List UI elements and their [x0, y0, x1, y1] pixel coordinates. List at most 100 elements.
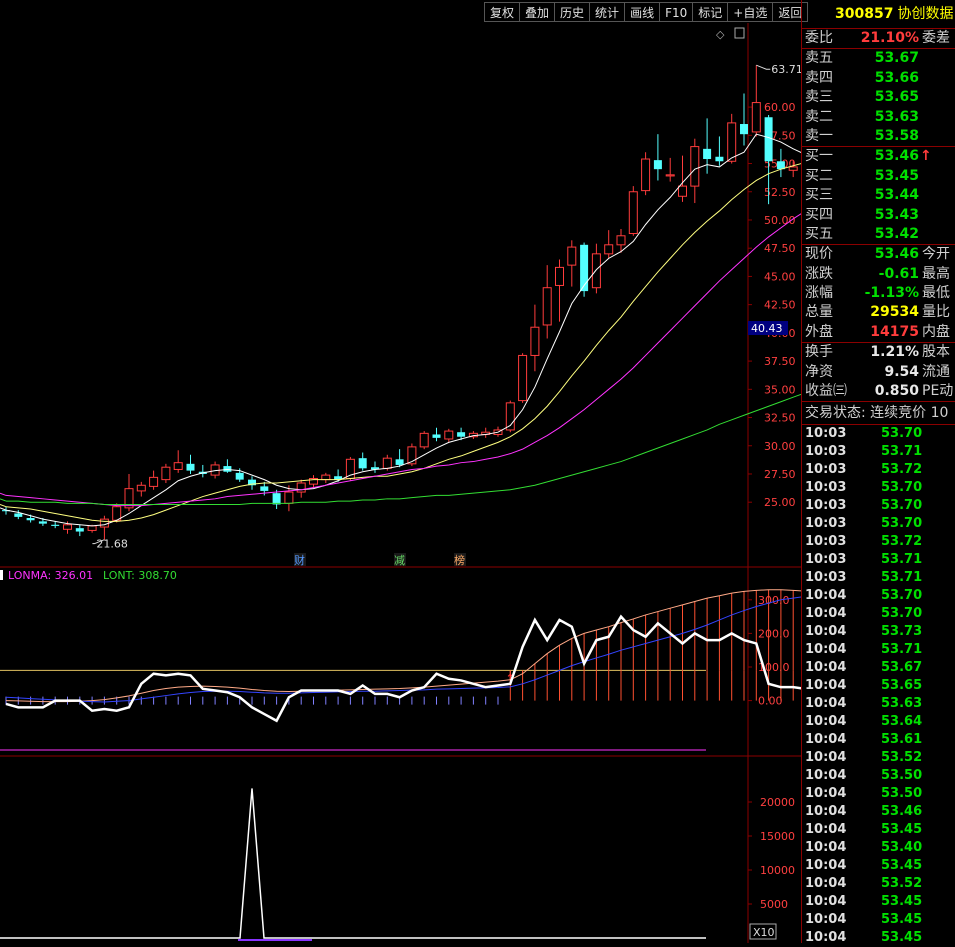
stat-row: 涨跌 -0.61 最高: [802, 265, 955, 284]
candle-body-up: [321, 474, 331, 481]
tick-row: 10:04 53.46: [802, 803, 955, 821]
toolbar-button-2[interactable]: 历史: [554, 2, 590, 22]
price-tick-label: 35.00: [764, 383, 796, 396]
tick-time: 10:04: [805, 588, 847, 604]
book-row[interactable]: 买三 53.44: [802, 186, 955, 205]
price-tick-label: 37.50: [764, 355, 796, 368]
ask-book: 卖五 53.67 卖四 53.66 卖三 53.65 卖二 53.63 卖一 53.58: [802, 49, 955, 148]
stat-value: -0.61: [878, 265, 919, 282]
tick-price: 53.72: [881, 534, 923, 550]
candle-body-up: [567, 246, 577, 266]
book-row[interactable]: 卖一 53.58: [802, 127, 955, 146]
candle-body-up: [149, 476, 159, 487]
moving-average-line: [0, 492, 7, 496]
candle-body-up: [628, 191, 638, 235]
tick-price: 53.52: [881, 876, 923, 892]
quote-stats: 现价 53.46 今开 涨跌 -0.61 最高 涨幅 -1.13% 最低 总量 29534 量比 外盘 1…: [802, 245, 955, 344]
tick-price: 53.70: [881, 516, 923, 532]
tick-price: 53.67: [881, 660, 923, 676]
stat-label-secondary: 量比: [922, 304, 950, 321]
toolbar-button-4[interactable]: 画线: [624, 2, 660, 22]
toolbar-button-0[interactable]: 复权: [484, 2, 520, 22]
tick-row: 10:04 53.52: [802, 875, 955, 893]
tick-time: 10:03: [805, 444, 847, 460]
tick-price: 53.52: [881, 750, 923, 766]
quote-panel: 300857 协创数据 委比 21.10% 委差 卖五 53.67 卖四 53.66 卖三…: [801, 0, 955, 945]
volume-tick-label: 15000: [760, 830, 795, 843]
tick-price: 53.45: [881, 930, 923, 946]
tick-time: 10:04: [805, 786, 847, 802]
tick-price: 53.72: [881, 462, 923, 478]
book-price: 53.44: [874, 187, 919, 204]
moving-average-line: [6, 393, 801, 505]
stat-label: 现价: [805, 246, 833, 263]
tick-price: 53.70: [881, 588, 923, 604]
tick-row: 10:04 53.70: [802, 605, 955, 623]
book-row[interactable]: 买四 53.43: [802, 206, 955, 225]
toolbar-button-6[interactable]: 标记: [692, 2, 728, 22]
book-price: 53.67: [874, 50, 919, 67]
volume-tick-label: 5000: [760, 898, 788, 911]
tick-price: 53.70: [881, 480, 923, 496]
toolbar-button-1[interactable]: 叠加: [519, 2, 555, 22]
book-row[interactable]: 卖二 53.63: [802, 108, 955, 127]
stat-value: 0.850: [874, 383, 919, 400]
toolbar: 复权 叠加 历史 统计 画线 F10 标记 +自选 返回: [484, 2, 809, 22]
kline-chart[interactable]: 25.0027.5030.0032.5035.0037.5040.0042.50…: [0, 23, 801, 943]
tick-row: 10:04 53.45: [802, 929, 955, 947]
legend-swatch: [0, 570, 3, 580]
tick-time: 10:04: [805, 696, 847, 712]
tick-time: 10:04: [805, 732, 847, 748]
toolbar-button-5[interactable]: F10: [659, 2, 693, 22]
candle-body-up: [296, 482, 306, 493]
book-level-label: 买三: [805, 187, 833, 204]
candle-body-down: [235, 472, 244, 480]
tick-list[interactable]: 10:03 53.70 10:03 53.71 10:03 53.72 10:03 53.70…: [802, 425, 955, 947]
stat-label: 外盘: [805, 323, 833, 340]
trade-status-text: 交易状态: 连续竞价 10: [805, 405, 949, 422]
volume-tick-label: 10000: [760, 864, 795, 877]
book-row[interactable]: 卖三 53.65: [802, 88, 955, 107]
tick-row: 10:04 53.63: [802, 695, 955, 713]
fundamentals: 换手 1.21% 股本 净资 9.54 流通 收益㈢ 0.850 PE动: [802, 343, 955, 403]
tick-row: 10:04 53.61: [802, 731, 955, 749]
tick-price: 53.70: [881, 498, 923, 514]
candle-body-down: [580, 244, 589, 292]
candle-body-up: [690, 146, 700, 187]
candle-body-up: [99, 518, 109, 528]
tick-row: 10:03 53.70: [802, 479, 955, 497]
stat-value: 9.54: [884, 363, 919, 380]
tick-row: 10:04 53.45: [802, 857, 955, 875]
indicator-line-blue: [5, 596, 801, 703]
tick-time: 10:03: [805, 516, 847, 532]
tick-time: 10:04: [805, 606, 847, 622]
toolbar-button-3[interactable]: 统计: [589, 2, 625, 22]
stat-value: 29534: [870, 304, 919, 321]
price-tick-label: 27.50: [764, 468, 796, 481]
tick-row: 10:03 53.71: [802, 443, 955, 461]
order-ratio-value: 21.10%: [860, 30, 919, 46]
book-level-label: 卖四: [805, 69, 833, 86]
stat-label: 涨跌: [805, 265, 833, 282]
candle-body-down: [75, 528, 84, 532]
tick-row: 10:03 53.71: [802, 551, 955, 569]
stat-label: 收益㈢: [805, 383, 847, 400]
tick-time: 10:04: [805, 858, 847, 874]
book-row[interactable]: 买五 53.42: [802, 225, 955, 244]
event-marker-label: 榜: [454, 553, 465, 567]
chart-area[interactable]: 25.0027.5030.0032.5035.0037.5040.0042.50…: [0, 23, 801, 943]
tick-row: 10:03 53.71: [802, 569, 955, 587]
book-row[interactable]: 卖四 53.66: [802, 69, 955, 88]
book-row[interactable]: 买二 53.45: [802, 167, 955, 186]
tick-price: 53.45: [881, 912, 923, 928]
tick-row: 10:03 53.70: [802, 515, 955, 533]
book-row[interactable]: 买一 53.46 ↑: [802, 147, 955, 166]
candle-body-down: [703, 148, 712, 160]
toolbar-button-7[interactable]: +自选: [727, 2, 773, 22]
tick-time: 10:04: [805, 750, 847, 766]
tick-price: 53.71: [881, 552, 923, 568]
candle-body-up: [604, 244, 614, 255]
book-row[interactable]: 卖五 53.67: [802, 49, 955, 68]
candle-body-up: [591, 253, 601, 289]
candle-body-down: [764, 117, 773, 162]
